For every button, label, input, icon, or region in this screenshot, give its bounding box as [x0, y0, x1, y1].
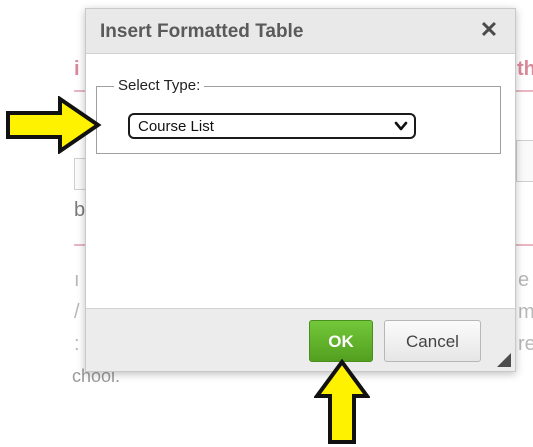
cancel-button[interactable]: Cancel [384, 320, 481, 362]
resize-grip-icon[interactable] [497, 353, 511, 367]
table-type-select[interactable]: Course List [128, 113, 416, 139]
background-fragment: m [518, 301, 533, 323]
ok-button[interactable]: OK [309, 320, 373, 362]
dialog-titlebar[interactable]: Insert Formatted Table ✕ [86, 9, 515, 54]
chevron-down-icon [394, 121, 408, 131]
background-fragment: : [74, 333, 80, 355]
background-fragment: ı [74, 269, 80, 291]
select-value: Course List [138, 118, 214, 135]
arrow-up-icon [314, 359, 370, 444]
dialog-title: Insert Formatted Table [100, 21, 304, 42]
background-fragment: th [517, 58, 533, 80]
select-type-legend: Select Type: [114, 77, 205, 94]
dialog-footer: OK Cancel [86, 308, 515, 371]
background-fragment: re [518, 333, 533, 355]
background-fragment: e [518, 269, 530, 291]
screenshot-stage: i th b ı e / m : re chool. Insert Format… [0, 0, 533, 447]
background-divider [516, 90, 533, 92]
arrow-right-icon [6, 96, 102, 154]
background-divider [516, 244, 533, 246]
background-fragment: b [74, 199, 86, 221]
background-fragment: / [74, 301, 80, 323]
background-fragment [516, 140, 533, 182]
background-fragment: i [74, 58, 80, 80]
close-icon[interactable]: ✕ [477, 17, 501, 43]
insert-formatted-table-dialog: Insert Formatted Table ✕ Select Type: Co… [85, 8, 516, 372]
